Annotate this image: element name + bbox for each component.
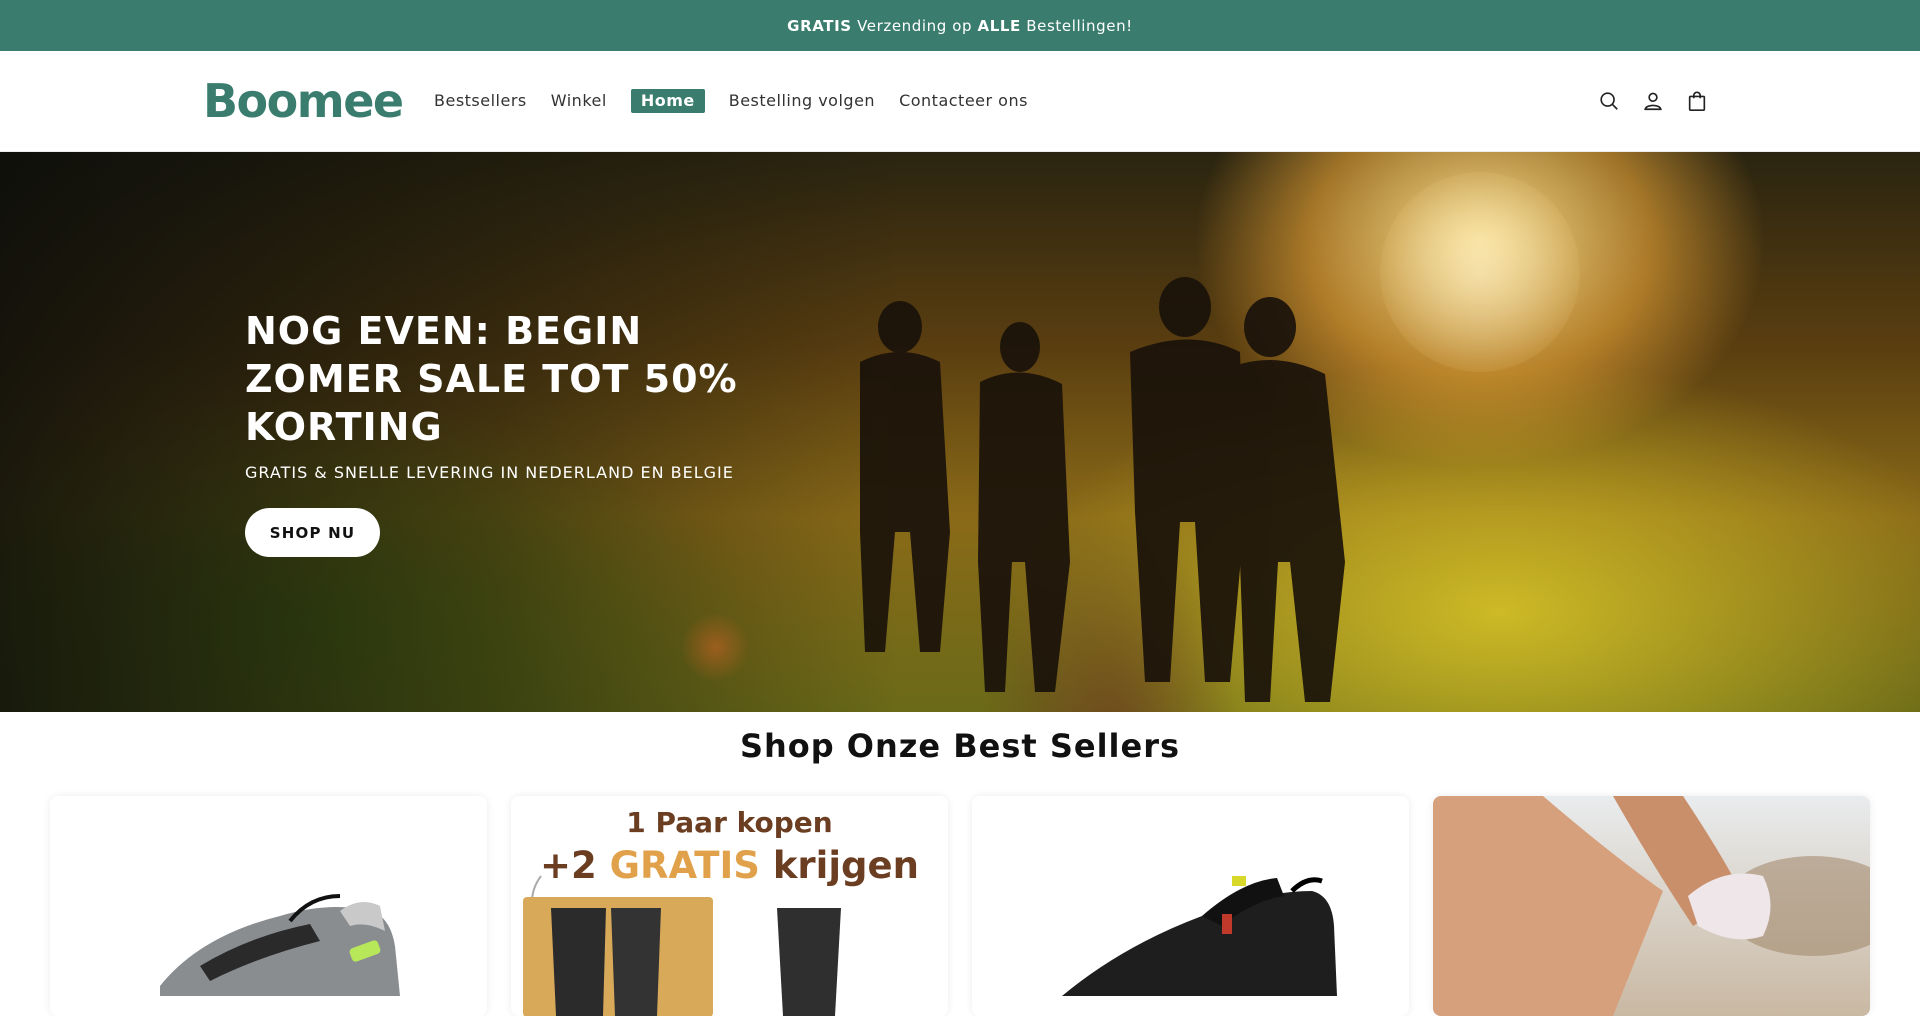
nav-item-bestsellers[interactable]: Bestsellers (434, 89, 527, 113)
account-icon[interactable] (1642, 87, 1664, 115)
announcement-bar: GRATIS Verzending op ALLE Bestellingen! (0, 0, 1920, 51)
hero-subtitle: GRATIS & SNELLE LEVERING IN NEDERLAND EN… (245, 463, 734, 482)
nav-item-contact[interactable]: Contacteer ons (899, 89, 1028, 113)
cart-icon[interactable] (1686, 87, 1708, 115)
product-card[interactable] (50, 796, 487, 1016)
shoe-image (1062, 876, 1337, 996)
site-header: Boomee Bestsellers Winkel Home Bestellin… (0, 51, 1920, 152)
nav-item-winkel[interactable]: Winkel (551, 89, 607, 113)
announcement-text-orders: Bestellingen! (1020, 16, 1133, 35)
product-grid: 1 Paar kopen +2 GRATIS krijgen (50, 796, 1870, 1016)
announcement-highlight-free: GRATIS (787, 16, 852, 35)
shoe-image (160, 894, 400, 996)
bestsellers-title: Shop Onze Best Sellers (739, 727, 1181, 765)
product-card[interactable] (972, 796, 1409, 1016)
hero-content: NOG EVEN: BEGIN ZOMER SALE TOT 50% KORTI… (245, 307, 805, 557)
brand-logo[interactable]: Boomee (203, 73, 404, 129)
product-card[interactable] (1433, 796, 1870, 1016)
search-icon[interactable] (1598, 87, 1620, 115)
announcement-highlight-all: ALLE (977, 16, 1021, 35)
announcement-text-shipping: Verzending op (851, 16, 978, 35)
shop-now-button[interactable]: SHOP NU (245, 508, 380, 557)
product-card-promo[interactable]: 1 Paar kopen +2 GRATIS krijgen (511, 796, 948, 1016)
main-nav: Bestsellers Winkel Home Bestelling volge… (434, 89, 1052, 113)
hero-title: NOG EVEN: BEGIN ZOMER SALE TOT 50% KORTI… (245, 309, 738, 449)
sun-flare (1380, 172, 1580, 372)
hero-banner: NOG EVEN: BEGIN ZOMER SALE TOT 50% KORTI… (0, 152, 1920, 712)
product-photo (1433, 796, 1870, 1016)
nav-item-track-order[interactable]: Bestelling volgen (729, 89, 875, 113)
header-icons (1598, 87, 1708, 115)
nav-item-home[interactable]: Home (630, 89, 705, 113)
compression-sleeve-image (523, 875, 841, 1016)
